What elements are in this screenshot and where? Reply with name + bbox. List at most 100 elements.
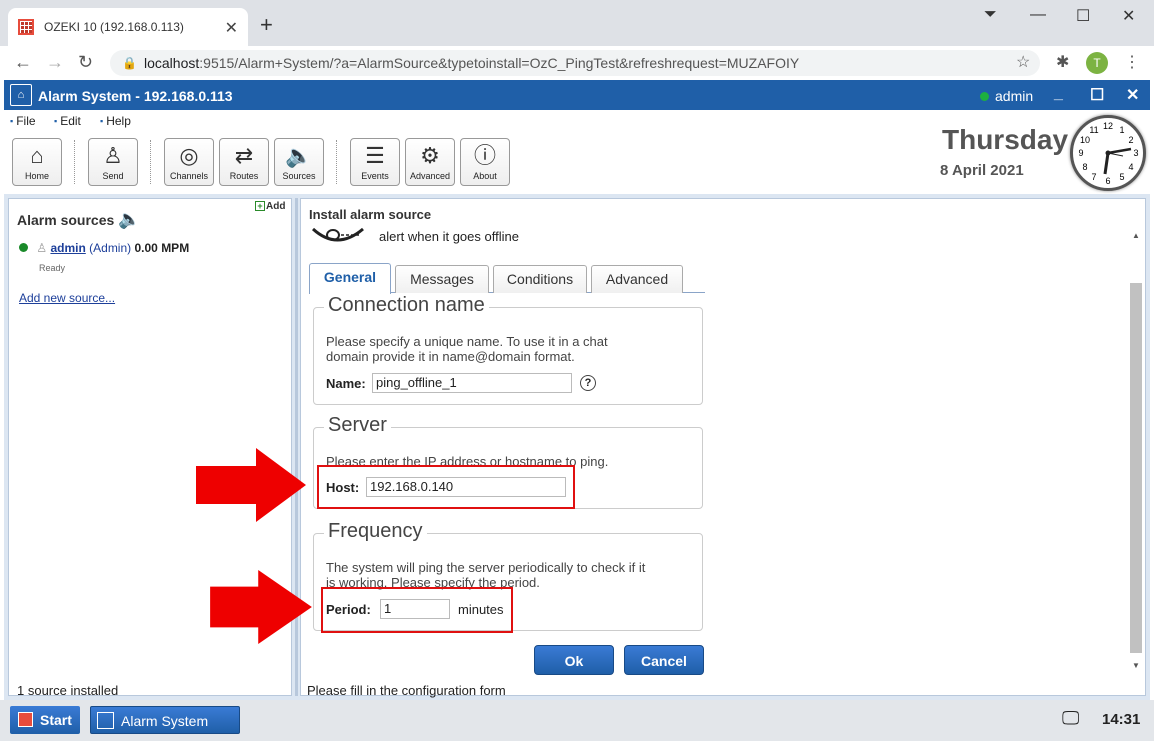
source-name-link[interactable]: admin (50, 241, 85, 255)
logged-in-user[interactable]: admin (980, 88, 1033, 104)
send-label: Send (102, 171, 124, 181)
start-icon (18, 712, 33, 727)
config-tabs: General Messages Conditions Advanced (309, 261, 705, 294)
routes-label: Routes (229, 171, 259, 181)
date-display: 8 April 2021 (940, 162, 1024, 179)
routes-icon: ⇄ (234, 143, 254, 168)
frequency-desc-line1: The system will ping the server periodic… (326, 560, 646, 575)
scrollbar-thumb[interactable] (1130, 283, 1142, 653)
name-label: Name: (326, 376, 366, 391)
forward-icon[interactable]: → (46, 52, 64, 73)
info-icon: ⓘ (473, 143, 496, 168)
tab-conditions[interactable]: Conditions (493, 265, 587, 293)
url-host: localhost (144, 55, 200, 71)
weekday-display: Thursday (942, 124, 1069, 155)
clock-number: 11 (1089, 125, 1098, 135)
install-source-panel: Install alarm source alert when it goes … (300, 198, 1146, 698)
browser-tab[interactable]: OZEKI 10 (192.168.0.113) ✕ (8, 8, 248, 46)
clock-time: 14:31 (1102, 711, 1141, 728)
tab-advanced[interactable]: Advanced (591, 265, 683, 293)
menu-help[interactable]: Help (100, 114, 131, 128)
clock-number: 1 (1119, 125, 1124, 135)
channels-button[interactable]: ◎ Channels (164, 138, 214, 186)
url-field[interactable]: 🔒 localhost:9515/Alarm+System/?a=AlarmSo… (110, 50, 1040, 76)
browser-menu-down-icon[interactable]: ⏷ (984, 6, 997, 24)
scroll-down-icon[interactable]: ▼ (1132, 661, 1140, 670)
bookmark-star-icon[interactable]: ☆ (1016, 52, 1030, 72)
add-new-source-link[interactable]: Add new source... (19, 291, 115, 305)
start-label: Start (40, 712, 72, 728)
clock-minute-hand (1107, 147, 1132, 155)
reload-icon[interactable]: ↻ (78, 52, 93, 73)
app-maximize-icon[interactable]: ☐ (1090, 85, 1104, 105)
connection-desc-line1: Please specify a unique name. To use it … (326, 334, 608, 349)
online-status-icon (980, 92, 989, 101)
sources-label: Sources (282, 171, 316, 181)
send-button[interactable]: ♙ Send (88, 138, 138, 186)
source-rate: 0.00 MPM (134, 241, 190, 255)
minimize-icon[interactable]: — (1030, 6, 1046, 24)
server-heading: Server (324, 414, 391, 437)
home-button[interactable]: ⌂ Home (12, 138, 62, 186)
maximize-icon[interactable]: ☐ (1076, 6, 1090, 26)
red-arrow-period-icon (210, 570, 312, 644)
clock-number: 2 (1128, 135, 1133, 145)
menu-toolbar: File Edit Help ⌂ Home ♙ Send ◎ Channels … (4, 110, 1150, 194)
about-button[interactable]: ⓘ About (460, 138, 510, 186)
app-minimize-icon[interactable]: _ (1054, 85, 1063, 103)
taskbar-app-label: Alarm System (121, 713, 209, 729)
channels-label: Channels (169, 171, 209, 181)
tab-close-icon[interactable]: ✕ (225, 18, 238, 38)
tab-messages[interactable]: Messages (395, 265, 489, 293)
name-input[interactable]: ping_offline_1 (372, 373, 572, 393)
ok-button[interactable]: Ok (534, 645, 614, 675)
advanced-label: Advanced (409, 171, 451, 181)
connection-desc-line2: domain provide it in name@domain format. (326, 349, 575, 364)
clock-number: 10 (1080, 135, 1090, 145)
user-icon: ♙ (36, 241, 48, 255)
menu-file[interactable]: File (10, 114, 35, 128)
red-arrow-host-icon (196, 448, 306, 522)
add-source-button[interactable]: + Add (255, 201, 285, 212)
menu-edit[interactable]: Edit (54, 114, 81, 128)
app-close-icon[interactable]: ✕ (1126, 85, 1139, 105)
source-list-item[interactable]: ♙ admin (Admin) 0.00 MPM (19, 241, 189, 255)
address-bar-row: ← → ↻ 🔒 localhost:9515/Alarm+System/?a=A… (0, 46, 1154, 80)
taskbar-app-alarm-system[interactable]: Alarm System (90, 706, 240, 734)
clock-number: 8 (1082, 162, 1087, 172)
speaker-icon: 🔈 (118, 209, 141, 229)
help-icon[interactable]: ? (580, 375, 596, 391)
install-source-title: Install alarm source (309, 207, 432, 222)
home-label: Home (24, 171, 49, 181)
app-title-bar: ⌂ Alarm System - 192.168.0.113 admin _ ☐… (4, 80, 1150, 110)
profile-avatar[interactable]: T (1086, 52, 1108, 74)
clock-number: 3 (1133, 148, 1138, 158)
browser-kebab-menu-icon[interactable]: ⋮ (1124, 52, 1140, 72)
extensions-icon[interactable]: ✱ (1056, 52, 1069, 72)
source-role: (Admin) (89, 241, 132, 255)
back-icon[interactable]: ← (14, 52, 32, 73)
clock-center (1105, 150, 1111, 156)
lock-icon: 🔒 (122, 56, 137, 70)
tab-general[interactable]: General (309, 263, 391, 294)
close-window-icon[interactable]: ✕ (1122, 6, 1135, 26)
alarm-sources-title: Alarm sources 🔈 (17, 209, 141, 230)
start-button[interactable]: Start (10, 706, 80, 734)
events-button[interactable]: ☰ Events (350, 138, 400, 186)
advanced-button[interactable]: ⚙ Advanced (405, 138, 455, 186)
toolbar-separator (74, 140, 76, 184)
main-area: Alarm sources 🔈 + Add ♙ admin (Admin) 0.0… (4, 194, 1150, 700)
clock-face-icon: 12 1 2 3 4 5 6 7 8 9 10 11 (1078, 121, 1138, 186)
toolbar-separator (150, 140, 152, 184)
scroll-up-icon[interactable]: ▲ (1132, 231, 1140, 240)
sources-button[interactable]: 🔈 Sources (274, 138, 324, 186)
vertical-scrollbar[interactable]: ▲ ▼ (1129, 225, 1143, 670)
about-label: About (473, 171, 497, 181)
monitor-icon[interactable]: 🖵 (1062, 708, 1079, 729)
routes-button[interactable]: ⇄ Routes (219, 138, 269, 186)
clock-number: 7 (1091, 172, 1096, 182)
cancel-button[interactable]: Cancel (624, 645, 704, 675)
new-tab-icon[interactable]: + (260, 12, 273, 38)
clock-hour-hand (1103, 152, 1110, 175)
source-description: alert when it goes offline (379, 229, 519, 244)
